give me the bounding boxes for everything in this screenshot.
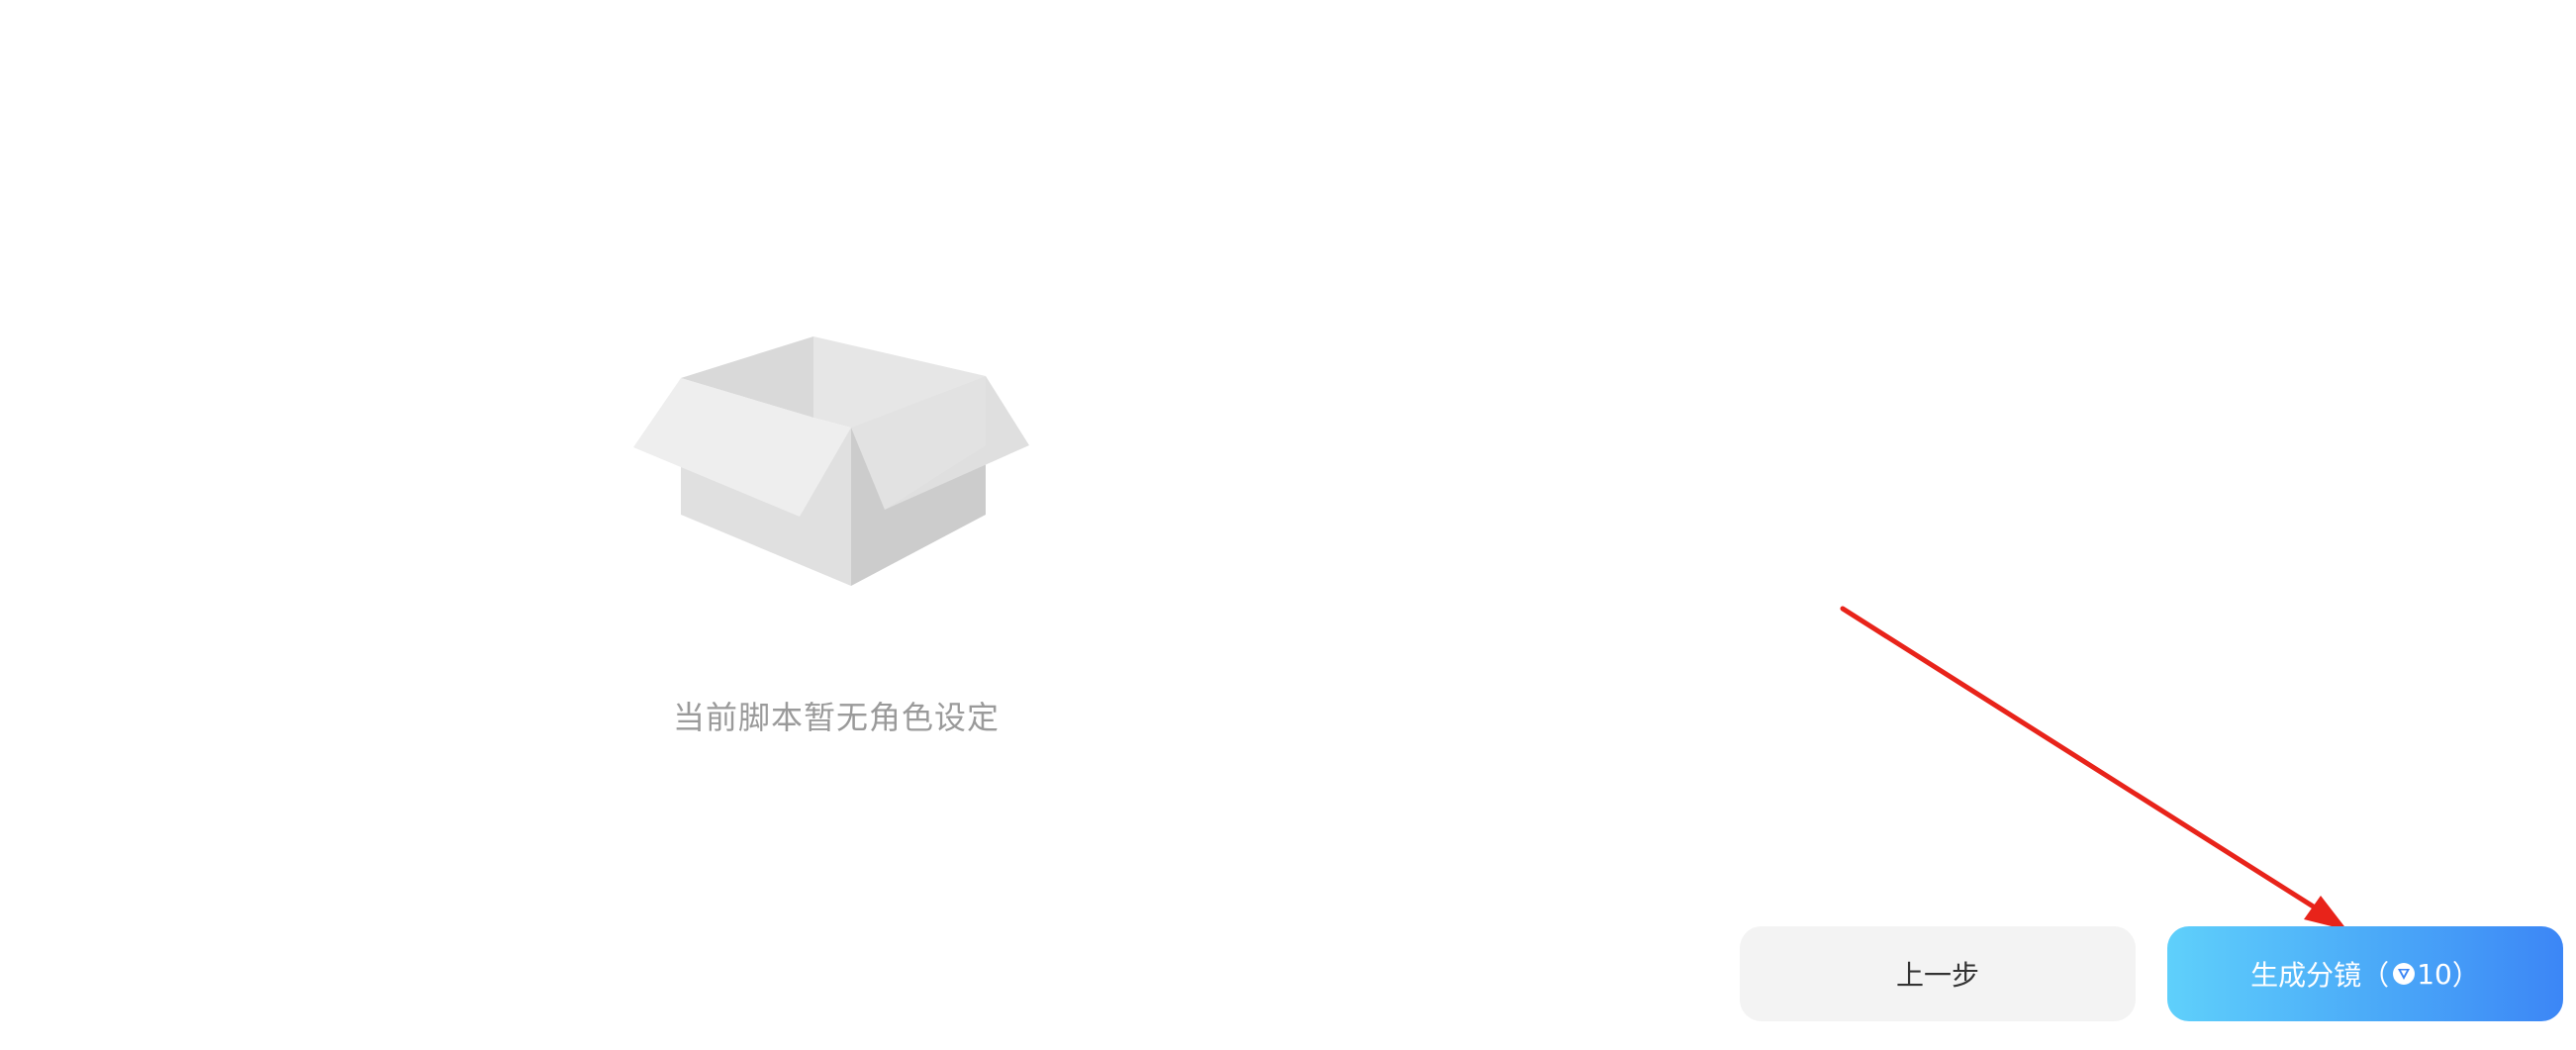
annotation-arrow [1840, 606, 2347, 930]
cost-close-paren: ） [2451, 959, 2480, 992]
empty-state-message: 当前脚本暂无角色设定 [672, 699, 1000, 736]
cost-value: 10 [2417, 957, 2452, 991]
generate-storyboard-button[interactable]: 生成分镜 （ 10 ） [2167, 926, 2563, 1021]
previous-step-button[interactable]: 上一步 [1740, 926, 2136, 1021]
token-coin-icon [2393, 963, 2416, 985]
open-box-icon [633, 336, 1029, 586]
empty-state: 当前脚本暂无角色设定 [614, 327, 1059, 742]
generate-storyboard-label: 生成分镜 [2250, 959, 2362, 992]
previous-step-label: 上一步 [1895, 959, 1979, 992]
cost-open-paren: （ [2361, 959, 2390, 992]
page: 当前脚本暂无角色设定 上一步 生成分镜 （ 10 ） [0, 0, 2576, 1050]
